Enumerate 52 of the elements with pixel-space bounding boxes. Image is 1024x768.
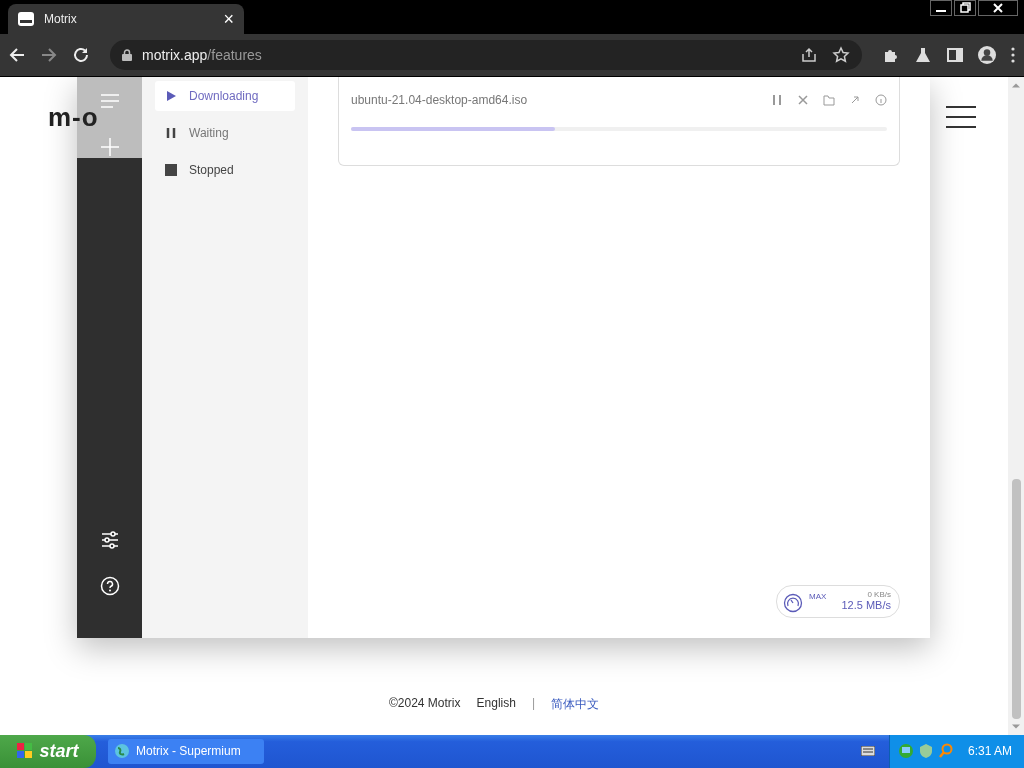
- close-icon[interactable]: [978, 0, 1018, 16]
- lock-icon: [122, 48, 132, 61]
- speedometer-badge[interactable]: MAX 0 KB/s 12.5 MB/s: [776, 584, 900, 618]
- globe-icon: [114, 743, 130, 760]
- scroll-down-icon[interactable]: [1012, 724, 1020, 730]
- restore-icon[interactable]: [954, 0, 976, 16]
- settings-icon[interactable]: [99, 529, 120, 550]
- upload-speed: 0 KB/s: [867, 589, 891, 599]
- scroll-up-icon[interactable]: [1012, 81, 1020, 88]
- profile-icon[interactable]: [978, 45, 996, 64]
- forward-icon[interactable]: [40, 45, 58, 64]
- share-icon[interactable]: [800, 45, 818, 64]
- start-button[interactable]: start: [0, 735, 96, 768]
- star-icon[interactable]: [832, 45, 850, 64]
- reload-icon[interactable]: [72, 45, 90, 64]
- taskbar-window[interactable]: Motrix - Supermium: [108, 739, 264, 764]
- max-label: MAX: [809, 591, 827, 601]
- file-name: ubuntu-21.04-desktop-amd64.iso: [351, 92, 528, 107]
- logo[interactable]: m-o: [48, 101, 99, 133]
- sidebar-icon[interactable]: [946, 45, 964, 64]
- url-text: motrix.app/features: [142, 46, 262, 63]
- windows-logo-icon: [17, 743, 34, 760]
- filter-item[interactable]: Waiting: [155, 117, 295, 148]
- window-icon: [18, 11, 34, 26]
- menu-icon[interactable]: [1010, 45, 1016, 64]
- language-link[interactable]: 简体中文: [551, 695, 599, 713]
- tab-title: Motrix: [44, 11, 78, 26]
- pause-icon[interactable]: [771, 93, 783, 106]
- play-icon: [165, 89, 177, 102]
- menu-icon[interactable]: [946, 105, 976, 130]
- gauge-icon: [783, 592, 803, 613]
- clock: 6:31 AM: [967, 744, 1012, 759]
- link-icon[interactable]: [849, 93, 861, 106]
- pause-icon: [165, 126, 177, 139]
- filter-item[interactable]: Downloading: [155, 80, 295, 111]
- browser-tab[interactable]: Motrix ×: [8, 3, 244, 34]
- download-speed: 12.5 MB/s: [841, 598, 891, 611]
- separator: |: [531, 695, 535, 712]
- help-icon[interactable]: [99, 575, 120, 596]
- keyboard-icon[interactable]: [860, 746, 875, 757]
- flask-icon[interactable]: [914, 45, 932, 64]
- stop-icon: [165, 163, 177, 176]
- task-card[interactable]: ubuntu-21.04-desktop-amd64.iso: [338, 76, 900, 166]
- scrollbar[interactable]: [1008, 76, 1024, 735]
- filter-item[interactable]: Stopped: [155, 154, 295, 185]
- address-bar[interactable]: motrix.app/features: [110, 39, 862, 70]
- close-icon[interactable]: ×: [223, 9, 234, 28]
- scroll-thumb[interactable]: [1011, 479, 1021, 719]
- minimize-icon[interactable]: [930, 0, 952, 16]
- copyright-text: ©2024 Motrix: [389, 695, 461, 712]
- language-link[interactable]: English: [476, 695, 516, 713]
- back-icon[interactable]: [8, 45, 26, 64]
